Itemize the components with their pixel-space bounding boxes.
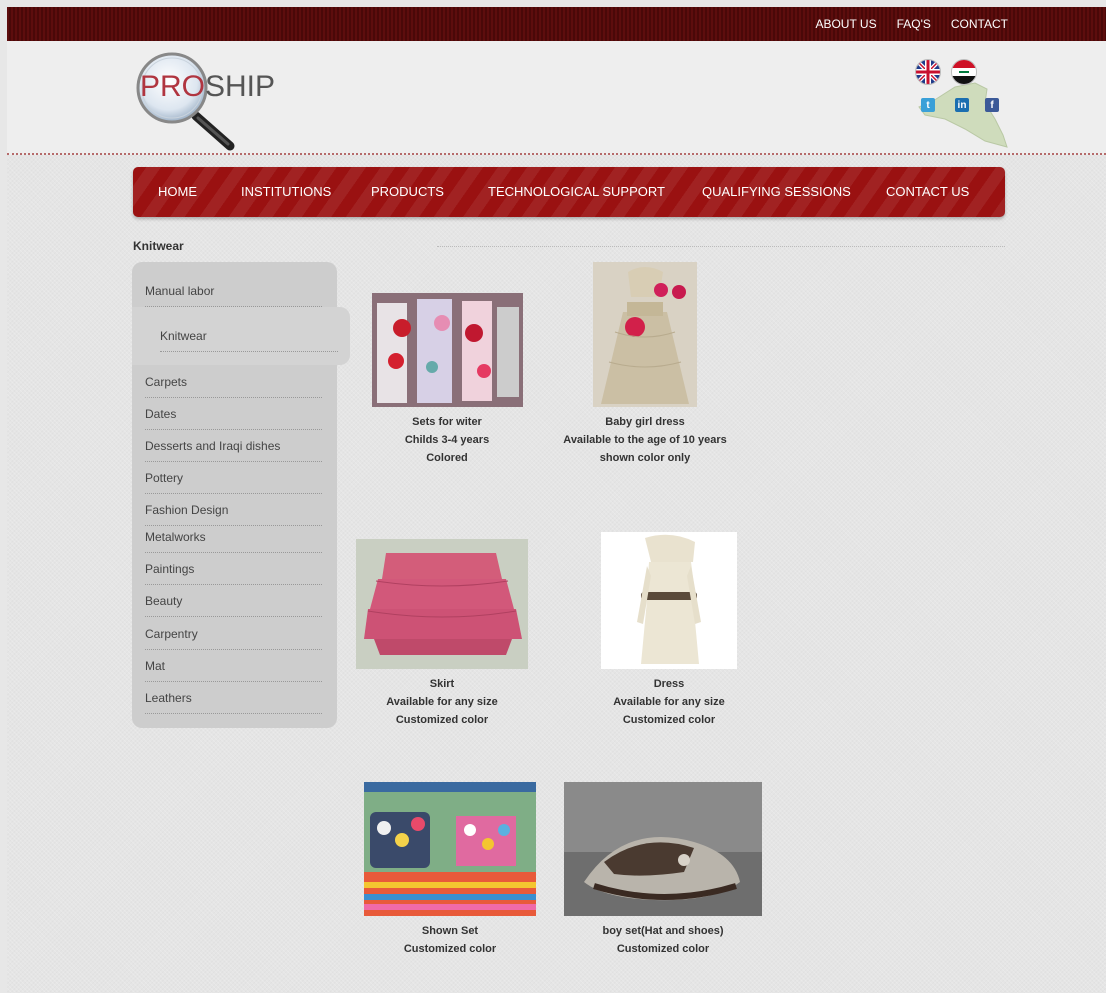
sidebar-item-carpentry[interactable]: Carpentry bbox=[145, 627, 322, 650]
product-image-baby-dress[interactable] bbox=[593, 262, 697, 407]
product-detail: Customized color bbox=[616, 943, 710, 955]
main-nav: HOME INSTITUTIONS PRODUCTS TECHNOLOGICAL… bbox=[133, 167, 1005, 217]
facebook-icon[interactable]: f bbox=[985, 98, 999, 112]
product-name: Skirt bbox=[429, 678, 455, 690]
linkedin-icon[interactable]: in bbox=[955, 98, 969, 112]
iraq-map-icon bbox=[918, 82, 1008, 148]
top-nav-contact[interactable]: CONTACT bbox=[951, 17, 1008, 31]
language-and-social: t in f bbox=[915, 49, 1015, 149]
sidebar-item-beauty[interactable]: Beauty bbox=[145, 594, 322, 617]
product-detail: Available to the age of 10 years bbox=[563, 434, 727, 446]
product-image-winter-sets[interactable] bbox=[371, 293, 523, 407]
product-detail: shown color only bbox=[599, 452, 691, 464]
top-bar: ABOUT US FAQ'S CONTACT bbox=[7, 7, 1106, 41]
logo-ship-text: SHIP bbox=[205, 70, 276, 103]
product-detail: Customized color bbox=[395, 714, 489, 726]
product-image-shown-set[interactable] bbox=[364, 782, 536, 916]
category-sidebar: Manual labor Knitwear Carpets Dates Dess… bbox=[132, 262, 350, 728]
sidebar-item-paintings[interactable]: Paintings bbox=[145, 562, 322, 585]
sidebar-item-dates[interactable]: Dates bbox=[145, 407, 322, 430]
nav-institutions[interactable]: INSTITUTIONS bbox=[241, 167, 331, 217]
logo[interactable]: PRO SHIP bbox=[134, 48, 284, 151]
sidebar-item-pottery[interactable]: Pottery bbox=[145, 471, 322, 494]
top-nav: ABOUT US FAQ'S CONTACT bbox=[815, 7, 1008, 41]
product-image-dress[interactable] bbox=[601, 532, 737, 669]
nav-qualifying-sessions[interactable]: QUALIFYING SESSIONS bbox=[702, 167, 851, 217]
top-nav-faq[interactable]: FAQ'S bbox=[897, 17, 931, 31]
nav-products[interactable]: PRODUCTS bbox=[371, 167, 444, 217]
product-detail: Colored bbox=[426, 452, 468, 464]
sidebar-item-knitwear[interactable]: Knitwear bbox=[160, 329, 338, 352]
page-title: Knitwear bbox=[133, 239, 184, 253]
product-detail: Available for any size bbox=[613, 696, 725, 708]
sidebar-item-leathers[interactable]: Leathers bbox=[145, 691, 322, 714]
nav-technological-support[interactable]: TECHNOLOGICAL SUPPORT bbox=[488, 167, 665, 217]
product-image-skirt[interactable] bbox=[356, 539, 528, 669]
title-divider bbox=[437, 246, 1005, 247]
product-name: Sets for witer bbox=[412, 416, 482, 428]
sidebar-item-mat[interactable]: Mat bbox=[145, 659, 322, 682]
page: ABOUT US FAQ'S CONTACT PRO SHIP t in f H… bbox=[7, 7, 1106, 993]
product-detail: Customized color bbox=[622, 714, 716, 726]
product-card: Dress Available for any size Customized … bbox=[579, 532, 759, 729]
product-card: Sets for witer Childs 3-4 years Colored bbox=[347, 293, 547, 467]
top-nav-about-us[interactable]: ABOUT US bbox=[815, 17, 876, 31]
header: PRO SHIP t in f bbox=[7, 41, 1106, 155]
twitter-icon[interactable]: t bbox=[921, 98, 935, 112]
logo-pro-text: PRO bbox=[140, 70, 206, 103]
product-name: Shown Set bbox=[421, 925, 479, 937]
product-detail: Available for any size bbox=[386, 696, 498, 708]
sidebar-item-manual-labor[interactable]: Manual labor bbox=[145, 284, 322, 307]
nav-home[interactable]: HOME bbox=[158, 167, 197, 217]
product-name: Baby girl dress bbox=[605, 416, 685, 428]
sidebar-item-desserts[interactable]: Desserts and Iraqi dishes bbox=[145, 439, 322, 462]
product-card: Baby girl dress Available to the age of … bbox=[560, 262, 730, 467]
sidebar-item-fashion-design[interactable]: Fashion Design bbox=[145, 503, 322, 526]
product-card: Skirt Available for any size Customized … bbox=[347, 539, 537, 729]
product-image-boy-set[interactable] bbox=[564, 782, 762, 916]
nav-contact-us[interactable]: CONTACT US bbox=[886, 167, 969, 217]
sidebar-item-carpets[interactable]: Carpets bbox=[145, 375, 322, 398]
sidebar-item-metalworks[interactable]: Metalworks bbox=[145, 530, 322, 553]
product-detail: Customized color bbox=[403, 943, 497, 955]
iraq-flag-icon[interactable] bbox=[951, 59, 977, 85]
uk-flag-icon[interactable] bbox=[915, 59, 941, 85]
product-name: boy set(Hat and shoes) bbox=[602, 925, 724, 937]
product-card: Shown Set Customized color bbox=[350, 782, 550, 958]
product-name: Dress bbox=[653, 678, 685, 690]
product-detail: Childs 3-4 years bbox=[404, 434, 490, 446]
product-card: boy set(Hat and shoes) Customized color bbox=[563, 782, 763, 958]
